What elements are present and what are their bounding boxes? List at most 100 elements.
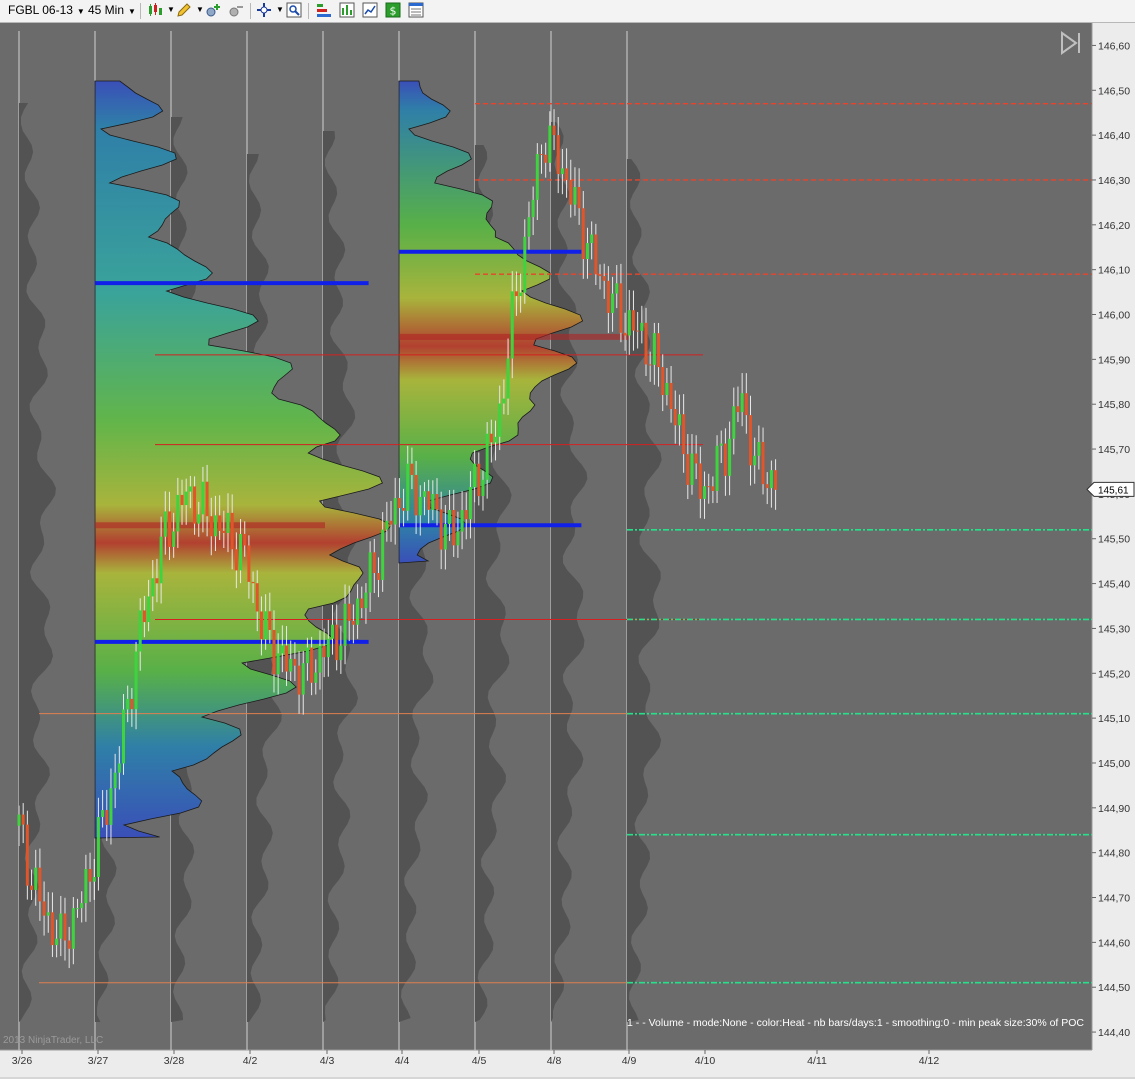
draw-pencil-icon[interactable] bbox=[176, 2, 192, 18]
price-chart[interactable]: 146,60 146,50 146,40 146,30 146,20 146,10 146,… bbox=[0, 23, 1135, 1077]
price-bar-down bbox=[360, 598, 364, 609]
data-box-icon[interactable] bbox=[408, 2, 424, 18]
price-bar-up bbox=[573, 186, 577, 205]
instrument-selector[interactable]: FGBL 06-13 ▼ bbox=[8, 1, 85, 20]
price-bar-down bbox=[259, 611, 263, 640]
x-tick-label: 3/26 bbox=[12, 1055, 33, 1067]
dollar-order-icon[interactable]: $ bbox=[385, 2, 401, 18]
price-bar-down bbox=[540, 154, 543, 156]
price-bar-up bbox=[163, 511, 167, 537]
y-tick-label: 146,60 bbox=[1098, 40, 1130, 52]
line-chart-icon[interactable] bbox=[362, 2, 378, 18]
price-bar-down bbox=[410, 463, 414, 475]
price-bar-up bbox=[494, 436, 498, 443]
price-bar-up bbox=[59, 913, 63, 939]
zoom-in-icon[interactable] bbox=[205, 2, 221, 18]
price-bar-up bbox=[535, 154, 539, 200]
price-bar-up bbox=[422, 491, 426, 497]
price-bar-up bbox=[280, 645, 284, 654]
y-tick-label: 145,90 bbox=[1098, 354, 1130, 366]
price-bar-down bbox=[669, 382, 673, 409]
price-bar-up bbox=[117, 763, 121, 773]
price-bar-up bbox=[548, 125, 552, 163]
price-bar-up bbox=[55, 938, 59, 946]
zoom-out-icon[interactable] bbox=[228, 2, 244, 18]
x-tick-label: 4/4 bbox=[395, 1055, 410, 1067]
x-tick-label: 4/12 bbox=[919, 1055, 940, 1067]
last-price-marker: 145,61 bbox=[1086, 481, 1135, 497]
price-bar-up bbox=[356, 598, 360, 625]
price-bar-up bbox=[719, 443, 723, 446]
price-bar-up bbox=[96, 817, 100, 877]
price-bar-down bbox=[247, 545, 251, 582]
price-bar-up bbox=[652, 333, 656, 365]
bar-chart-icon[interactable] bbox=[339, 2, 355, 18]
x-tick-label: 4/10 bbox=[695, 1055, 716, 1067]
price-bar-down bbox=[285, 645, 289, 672]
price-bar-up bbox=[113, 772, 117, 789]
price-bar-up bbox=[527, 217, 531, 237]
chart-properties-icon[interactable] bbox=[316, 2, 332, 18]
price-bar-up bbox=[343, 603, 347, 646]
price-bar-down bbox=[489, 433, 493, 443]
x-tick-label: 4/11 bbox=[807, 1055, 827, 1067]
price-bar-up bbox=[753, 455, 757, 466]
interval-selector[interactable]: 45 Min ▼ bbox=[88, 1, 136, 20]
y-tick-label: 145,30 bbox=[1098, 623, 1130, 635]
price-bar-down bbox=[372, 552, 376, 574]
price-bar-down bbox=[222, 530, 226, 533]
price-bar-down bbox=[205, 481, 209, 517]
price-bar-down bbox=[397, 498, 401, 509]
price-bar-down bbox=[130, 698, 134, 710]
price-bar-down bbox=[209, 516, 213, 537]
price-bar-up bbox=[301, 663, 305, 695]
price-bar-up bbox=[126, 698, 130, 710]
chevron-down-icon[interactable]: ▼ bbox=[196, 5, 204, 14]
price-bar-up bbox=[184, 491, 188, 506]
price-bar-down bbox=[577, 186, 581, 209]
price-bar-up bbox=[80, 903, 84, 909]
price-bar-down bbox=[569, 179, 573, 205]
price-bar-up bbox=[585, 243, 589, 260]
price-bar-up bbox=[172, 531, 176, 547]
price-bar-down bbox=[749, 415, 752, 466]
price-bar-down bbox=[142, 610, 146, 623]
price-bar-down bbox=[631, 310, 635, 331]
price-bar-up bbox=[159, 536, 163, 584]
price-bar-down bbox=[389, 520, 393, 525]
price-bar-up bbox=[326, 638, 330, 658]
price-bar-down bbox=[514, 291, 518, 297]
x-tick-label: 3/28 bbox=[164, 1055, 185, 1067]
chevron-down-icon[interactable]: ▼ bbox=[167, 5, 175, 14]
price-bar-down bbox=[711, 486, 715, 491]
price-bar-down bbox=[736, 406, 740, 413]
y-tick-label: 145,70 bbox=[1098, 444, 1130, 456]
price-bar-up bbox=[506, 358, 510, 399]
price-bar-up bbox=[519, 292, 523, 297]
chevron-down-icon[interactable]: ▼ bbox=[276, 5, 284, 14]
price-bar-up bbox=[213, 515, 217, 537]
price-bar-down bbox=[193, 486, 197, 524]
x-tick-label: 3/27 bbox=[88, 1055, 109, 1067]
candlestick-style-icon[interactable] bbox=[147, 2, 163, 18]
instrument-label: FGBL 06-13 bbox=[8, 3, 73, 17]
price-bar-down bbox=[272, 629, 276, 675]
crosshair-icon[interactable] bbox=[256, 2, 272, 18]
y-tick-label: 145,50 bbox=[1098, 534, 1130, 546]
price-bar-up bbox=[46, 912, 50, 916]
y-tick-label: 144,50 bbox=[1098, 982, 1130, 994]
price-bar-up bbox=[147, 596, 151, 623]
price-bar-down bbox=[774, 470, 778, 490]
zoom-window-icon[interactable] bbox=[286, 2, 302, 18]
price-bar-up bbox=[703, 486, 707, 499]
price-bar-down bbox=[180, 494, 184, 506]
price-bar-up bbox=[226, 512, 230, 533]
price-bar-down bbox=[723, 443, 727, 476]
y-tick-label: 146,50 bbox=[1098, 85, 1130, 97]
x-tick-label: 4/3 bbox=[320, 1055, 335, 1067]
price-bar-up bbox=[138, 610, 142, 652]
price-bar-up bbox=[17, 814, 21, 826]
price-bar-down bbox=[619, 283, 623, 333]
price-bar-up bbox=[368, 552, 372, 593]
price-bar-down bbox=[594, 234, 598, 275]
